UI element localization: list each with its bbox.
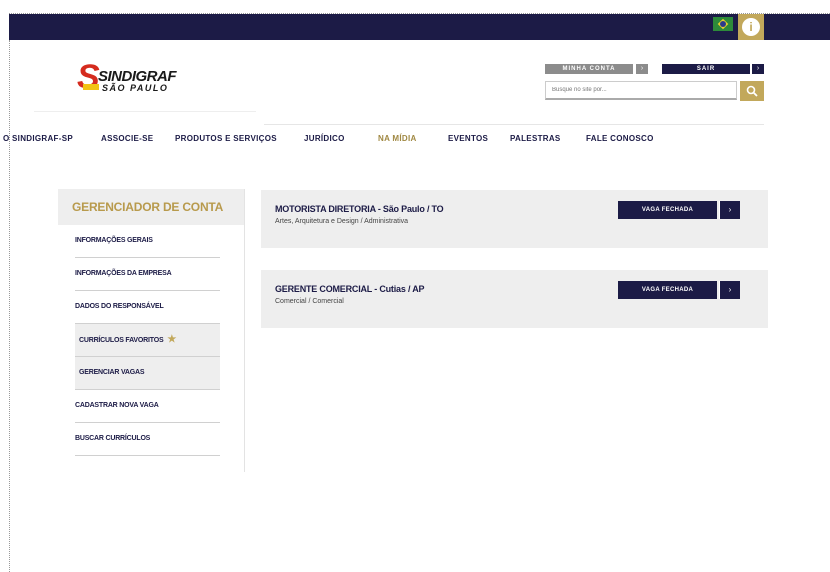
nav-item-na-midia[interactable]: NA MÍDIA [378, 134, 417, 143]
my-account-arrow-icon[interactable]: › [636, 64, 648, 74]
search-input[interactable] [545, 81, 737, 100]
sidebar-item-dados-responsavel[interactable]: DADOS DO RESPONSÁVEL [75, 291, 220, 324]
search-button[interactable] [740, 81, 764, 101]
nav-divider [264, 124, 764, 125]
nav-item-juridico[interactable]: JURÍDICO [304, 134, 345, 143]
main-nav: O SINDIGRAF-SP ASSOCIE-SE PRODUTOS E SER… [0, 134, 830, 148]
chevron-right-icon[interactable]: › [719, 201, 740, 219]
job-card: GERENTE COMERCIAL - Cutias / AP Comercia… [261, 270, 768, 328]
sidebar-item-label: CURRÍCULOS FAVORITOS [79, 337, 164, 344]
brazil-flag-icon[interactable] [713, 17, 733, 31]
sidebar-item-gerenciar-vagas[interactable]: GERENCIAR VAGAS [75, 357, 220, 390]
star-icon: ★ [167, 334, 177, 345]
left-border [9, 40, 10, 572]
job-category: Artes, Arquitetura e Design / Administra… [275, 218, 409, 225]
job-title[interactable]: MOTORISTA DIRETORIA - São Paulo / TO [275, 204, 444, 214]
top-bar [9, 14, 830, 40]
nav-item-eventos[interactable]: EVENTOS [448, 134, 488, 143]
nav-item-produtos[interactable]: PRODUTOS E SERVIÇOS [175, 134, 277, 143]
job-status-button[interactable]: VAGA FECHADA [618, 201, 717, 219]
sidebar-item-informacoes-empresa[interactable]: INFORMAÇÕES DA EMPRESA [75, 258, 220, 291]
search-icon [746, 85, 758, 97]
globe-icon: i [742, 18, 760, 36]
account-sidebar: GERENCIADOR DE CONTA INFORMAÇÕES GERAIS … [58, 189, 244, 456]
my-account-button[interactable]: MINHA CONTA [545, 64, 633, 74]
job-title[interactable]: GERENTE COMERCIAL - Cutias / AP [275, 284, 425, 294]
nav-item-palestras[interactable]: PALESTRAS [510, 134, 561, 143]
exit-button[interactable]: SAIR [662, 64, 750, 74]
sidebar-item-curriculos-favoritos[interactable]: CURRÍCULOS FAVORITOS ★ [75, 324, 220, 357]
globe-button[interactable]: i [738, 14, 764, 40]
site-logo[interactable]: S SINDIGRAF SÃO PAULO [34, 54, 256, 112]
exit-arrow-icon[interactable]: › [752, 64, 764, 74]
nav-item-fale-conosco[interactable]: FALE CONOSCO [586, 134, 654, 143]
sidebar-item-buscar-curriculos[interactable]: BUSCAR CURRÍCULOS [75, 423, 220, 456]
sidebar-title: GERENCIADOR DE CONTA [58, 189, 244, 225]
job-card: MOTORISTA DIRETORIA - São Paulo / TO Art… [261, 190, 768, 248]
job-status-button[interactable]: VAGA FECHADA [618, 281, 717, 299]
job-category: Comercial / Comercial [275, 298, 344, 305]
logo-mark-icon: S [77, 58, 100, 96]
nav-item-associe[interactable]: ASSOCIE-SE [101, 134, 153, 143]
chevron-right-icon[interactable]: › [719, 281, 740, 299]
content-divider [244, 189, 245, 472]
sidebar-item-informacoes-gerais[interactable]: INFORMAÇÕES GERAIS [75, 225, 220, 258]
sidebar-item-cadastrar-vaga[interactable]: CADASTRAR NOVA VAGA [75, 390, 220, 423]
nav-item-sindigraf[interactable]: O SINDIGRAF-SP [3, 134, 73, 143]
logo-subtitle: SÃO PAULO [102, 83, 169, 93]
